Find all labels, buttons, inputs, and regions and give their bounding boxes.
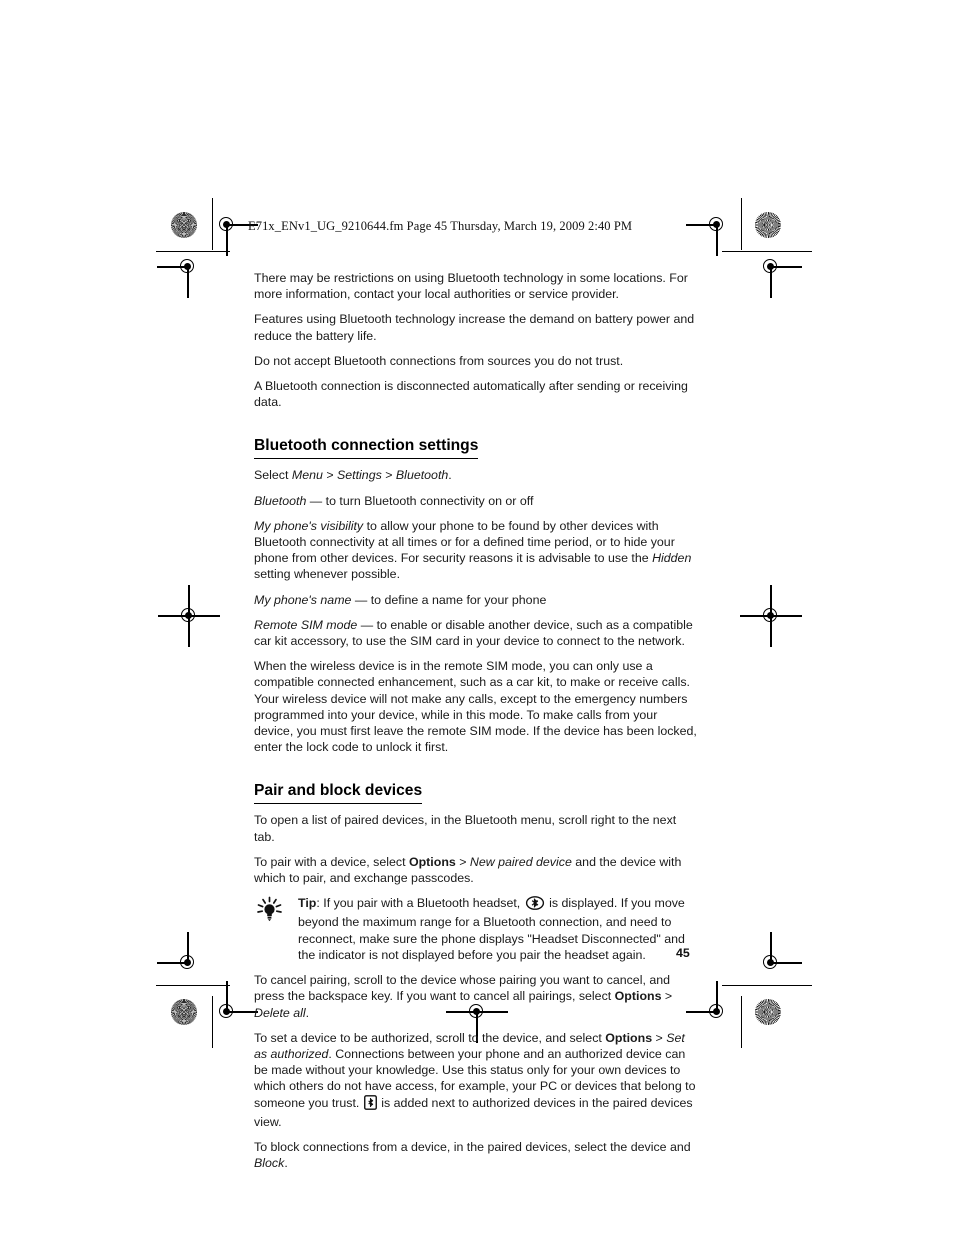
printed-page: E71x_ENv1_UG_9210644.fm Page 45 Thursday…: [0, 0, 954, 1235]
paragraph-cancel-pairing: To cancel pairing, scroll to the device …: [254, 972, 700, 1021]
crop-rule-bottom-right-vertical: [741, 996, 743, 1048]
registration-mark-bottom-right: [686, 981, 732, 1027]
setting-my-phones-visibility: My phone's visibility to allow your phon…: [254, 518, 700, 583]
lightbulb-tip-icon: [254, 896, 288, 922]
setting-remote-sim-mode: Remote SIM mode — to enable or disable a…: [254, 617, 700, 649]
registration-mark-bottom-left: [212, 981, 258, 1027]
setting-my-phones-name: My phone's name — to define a name for y…: [254, 592, 700, 608]
screen-target-dot-bottom-left: [171, 999, 197, 1025]
crop-rule-upper-right-horizontal: [722, 251, 812, 253]
registration-mark-lower-right-inner: [756, 932, 802, 978]
pair-text-part-1: To pair with a device, select: [254, 854, 409, 869]
screen-target-dot-bottom-right: [755, 999, 781, 1025]
running-header: E71x_ENv1_UG_9210644.fm Page 45 Thursday…: [248, 219, 633, 233]
setting-emphasis-hidden: Hidden: [652, 551, 692, 566]
registration-mark-upper-right-inner: [756, 252, 802, 298]
setting-definition-visibility-part2: setting whenever possible.: [254, 567, 401, 582]
tip-text: Tip: If you pair with a Bluetooth headse…: [298, 895, 700, 963]
authorize-separator: >: [652, 1030, 667, 1045]
setting-dash-bluetooth: —: [306, 493, 326, 508]
setting-dash-remote-sim-mode: —: [357, 617, 377, 632]
tip-text-part-1: If you pair with a Bluetooth headset,: [323, 896, 524, 911]
setting-term-remote-sim-mode: Remote SIM mode: [254, 617, 358, 632]
section-heading-pair-and-block-devices: Pair and block devices: [254, 781, 423, 805]
paragraph-set-as-authorized: To set a device to be authorized, scroll…: [254, 1030, 700, 1130]
text-column: There may be restrictions on using Bluet…: [254, 270, 700, 1180]
menu-path-terminator: .: [448, 468, 452, 483]
registration-mark-lower-left-inner: [157, 932, 203, 978]
crop-rule-top-left-vertical: [212, 198, 214, 250]
tip-callout: Tip: If you pair with a Bluetooth headse…: [254, 895, 700, 963]
menu-item-delete-all: Delete all: [254, 1005, 306, 1020]
menu-path-item-bluetooth: Bluetooth: [395, 468, 449, 483]
cancel-separator: >: [661, 989, 673, 1004]
menu-item-new-paired-device: New paired device: [469, 854, 572, 869]
intro-paragraph-4: A Bluetooth connection is disconnected a…: [254, 379, 688, 410]
menu-path-separator-2: >: [381, 468, 396, 483]
options-softkey-label-pair: Options: [408, 854, 456, 869]
pair-separator: >: [455, 854, 470, 869]
section-bluetooth-connection-settings: Bluetooth connection settings: [254, 419, 700, 467]
menu-path-item-settings: Settings: [337, 468, 382, 483]
menu-path-item-menu: Menu: [291, 468, 323, 483]
select-path-paragraph: Select Menu > Settings > Bluetooth.: [254, 467, 700, 483]
cancel-text-part-3: .: [305, 1005, 310, 1020]
section-heading-bluetooth-connection-settings: Bluetooth connection settings: [254, 436, 479, 460]
options-softkey-label-cancel: Options: [614, 989, 662, 1004]
registration-mark-top-left: [212, 210, 258, 256]
crop-rule-bottom-left-vertical: [212, 996, 214, 1048]
setting-definition-my-phones-name: to define a name for your phone: [370, 592, 547, 607]
setting-term-bluetooth: Bluetooth: [254, 493, 307, 508]
tip-label: Tip: [298, 896, 317, 911]
setting-bluetooth: Bluetooth — to turn Bluetooth connectivi…: [254, 493, 700, 509]
crop-rule-lower-left-horizontal: [156, 985, 230, 987]
authorize-text-part-1: To set a device to be authorized, scroll…: [254, 1030, 606, 1045]
registration-mark-upper-left-inner: [157, 252, 203, 298]
setting-term-my-phones-name: My phone's name: [254, 592, 352, 607]
intro-paragraph-1: There may be restrictions on using Bluet…: [254, 271, 688, 302]
intro-paragraph-3: Do not accept Bluetooth connections from…: [254, 353, 624, 368]
section-pair-and-block-devices: Pair and block devices: [254, 764, 700, 812]
crop-rule-upper-left-horizontal: [156, 251, 230, 253]
authorized-device-indicator-icon: [363, 1094, 377, 1114]
screen-target-dot-top-right: [755, 212, 781, 238]
options-softkey-label-authorize: Options: [605, 1030, 653, 1045]
menu-item-block: Block: [254, 1156, 285, 1171]
remote-sim-mode-note: When the wireless device is in the remot…: [254, 659, 697, 755]
registration-mark-left-middle: [158, 585, 220, 647]
setting-term-my-phones-visibility: My phone's visibility: [254, 518, 364, 533]
registration-mark-right-middle: [740, 585, 802, 647]
block-text-part-1: To block connections from a device, in t…: [254, 1139, 691, 1154]
crop-rule-lower-right-horizontal: [722, 985, 812, 987]
screen-target-dot-top-left: [171, 212, 197, 238]
paragraph-pair-with-device: To pair with a device, select Options > …: [254, 854, 700, 886]
select-lead: Select: [254, 468, 292, 483]
page-number-folio: 45: [676, 946, 690, 960]
bluetooth-headset-indicator-icon: [525, 896, 545, 914]
paragraph-block-connections: To block connections from a device, in t…: [254, 1139, 700, 1171]
setting-dash-my-phones-name: —: [351, 592, 371, 607]
crop-rule-top-right-vertical: [741, 198, 743, 250]
menu-path-separator-1: >: [322, 468, 338, 483]
intro-paragraph-2: Features using Bluetooth technology incr…: [254, 312, 695, 343]
cancel-text-part-1: To cancel pairing, scroll to the device …: [254, 973, 671, 1004]
paragraph-open-paired-list: To open a list of paired devices, in the…: [254, 813, 677, 844]
setting-definition-bluetooth: to turn Bluetooth connectivity on or off: [325, 493, 534, 508]
registration-mark-top-right: [686, 210, 732, 256]
block-text-part-2: .: [284, 1156, 288, 1171]
